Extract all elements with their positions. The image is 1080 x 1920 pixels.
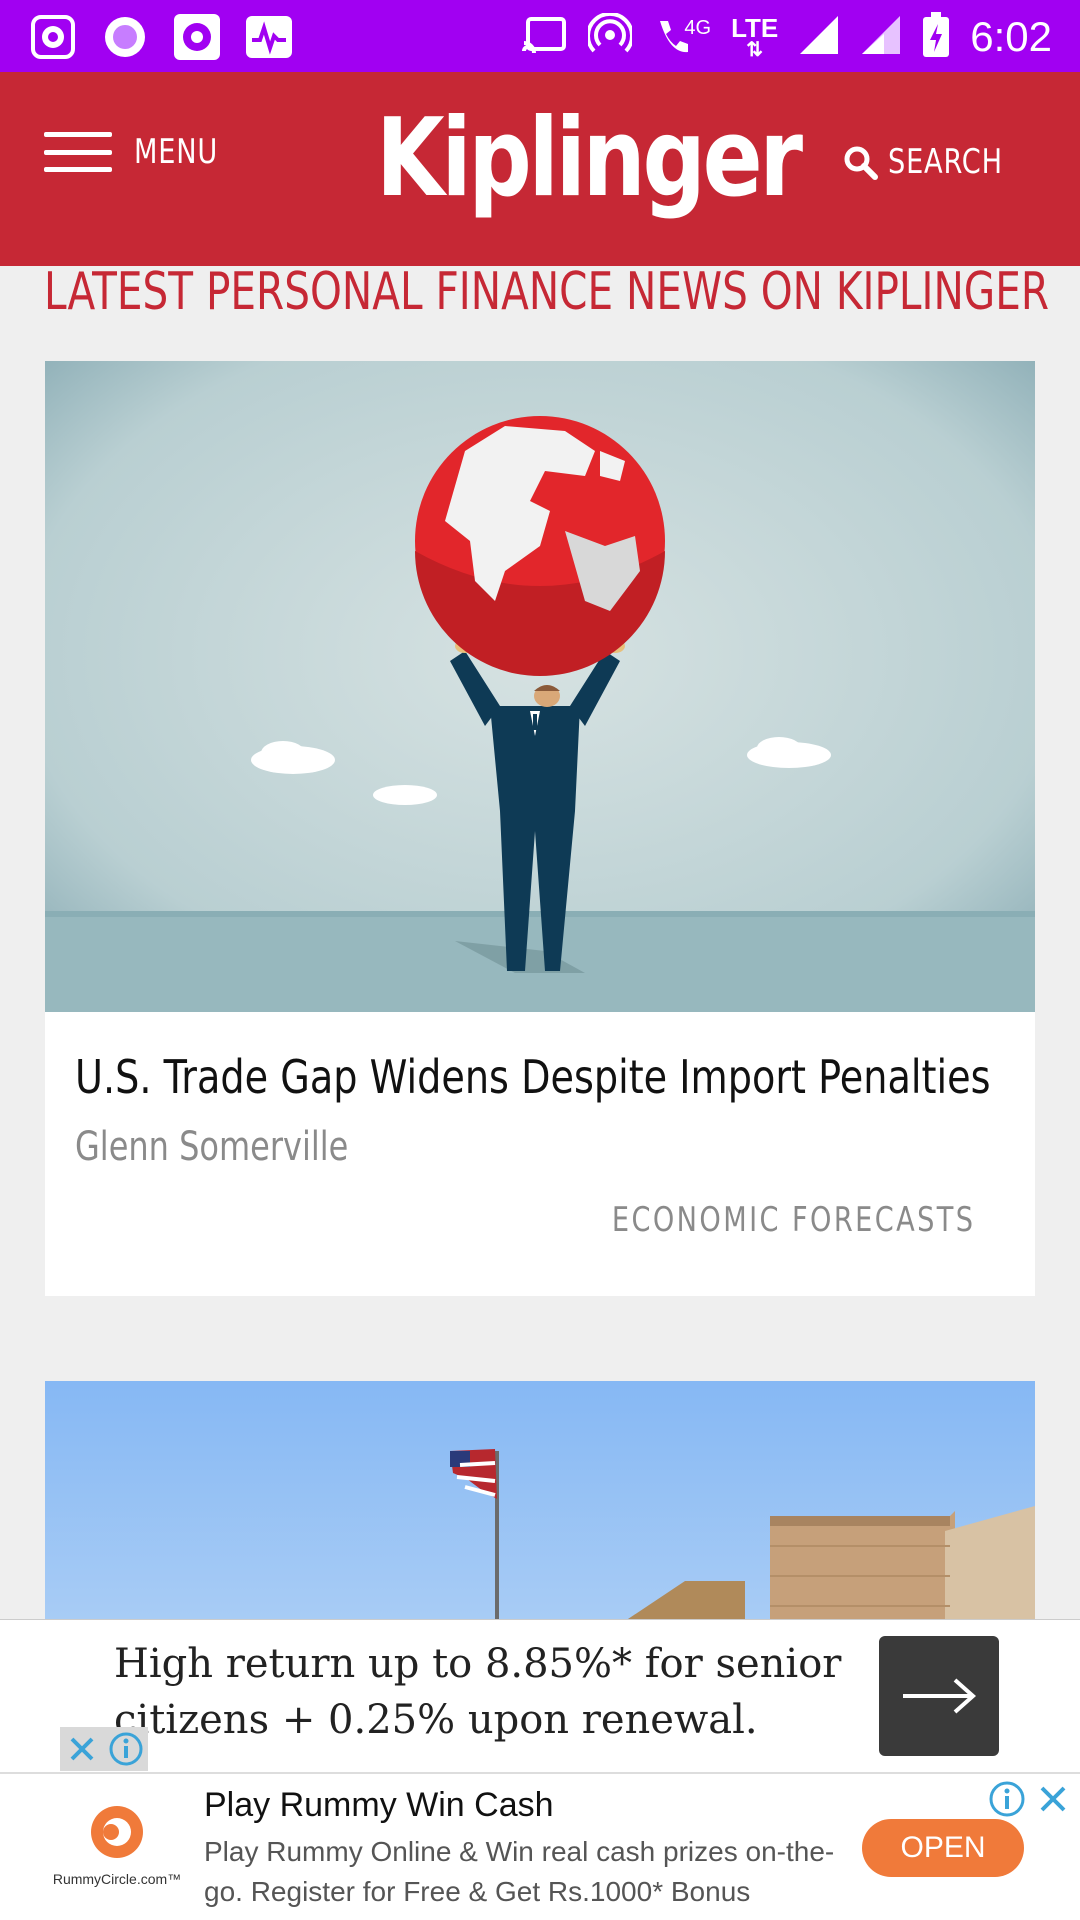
article-headline[interactable]: U.S. Trade Gap Widens Despite Import Pen… <box>75 1050 990 1104</box>
battery-charging-icon <box>922 11 950 63</box>
search-label: SEARCH <box>888 142 1004 182</box>
banner-ad[interactable]: High return up to 8.85%* for senior citi… <box>0 1619 1080 1772</box>
globe-illustration[interactable] <box>45 361 1035 1012</box>
rummycircle-logo-text: RummyCircle.com™ <box>52 1871 182 1887</box>
open-button[interactable]: OPEN <box>862 1819 1024 1877</box>
rummycircle-logo: RummyCircle.com™ <box>52 1804 182 1887</box>
network-gen-label: 4G <box>684 17 712 39</box>
banner-ad-text[interactable]: High return up to 8.85%* for senior citi… <box>114 1636 844 1748</box>
podcast-icon <box>28 12 78 62</box>
article-card[interactable]: U.S. Trade Gap Widens Despite Import Pen… <box>45 361 1035 1296</box>
cast-icon <box>522 15 568 60</box>
signal-icon-2 <box>860 14 902 61</box>
ad-info-icon[interactable] <box>104 1727 148 1771</box>
ad-close-icon[interactable] <box>1034 1780 1072 1818</box>
app-header: MENU Kiplinger SEARCH <box>0 72 1080 266</box>
lte-indicator: LTE ⇅ <box>731 13 779 61</box>
clock: 6:02 <box>970 13 1052 60</box>
music-icon <box>100 12 150 62</box>
article-card-body: U.S. Trade Gap Widens Despite Import Pen… <box>45 1012 1035 1296</box>
banner-arrow-button[interactable] <box>879 1636 999 1756</box>
ad-info-icon[interactable] <box>988 1780 1026 1818</box>
flag-building-photo[interactable] <box>45 1381 1035 1621</box>
article-category[interactable]: ECONOMIC FORECASTS <box>611 1200 975 1240</box>
menu-button[interactable]: MENU <box>44 132 239 172</box>
search-icon <box>844 146 879 180</box>
signal-icon <box>798 14 840 61</box>
ad-choices <box>60 1727 148 1771</box>
article-card[interactable] <box>45 1381 1035 1621</box>
media-icon <box>172 12 222 62</box>
bottom-ad[interactable]: RummyCircle.com™ Play Rummy Win Cash Pla… <box>0 1772 1080 1920</box>
ad-close-icon[interactable] <box>60 1727 104 1771</box>
hamburger-icon <box>44 132 112 172</box>
menu-label: MENU <box>134 132 219 172</box>
ad-description[interactable]: Play Rummy Online & Win real cash prizes… <box>204 1832 844 1912</box>
kiplinger-logo[interactable]: Kiplinger <box>376 96 803 221</box>
search-button[interactable]: SEARCH <box>842 142 1032 182</box>
hotspot-icon <box>586 11 635 62</box>
volte-call-icon: 4G <box>652 17 711 57</box>
article-author[interactable]: Glenn Somerville <box>75 1124 348 1170</box>
arrow-right-icon <box>903 1678 977 1714</box>
status-bar: 4G LTE ⇅ 6:02 <box>0 0 1080 72</box>
rummycircle-logo-icon <box>91 1806 143 1858</box>
activity-icon <box>244 12 294 62</box>
section-title: LATEST PERSONAL FINANCE NEWS ON KIPLINGE… <box>44 262 1050 322</box>
ad-title[interactable]: Play Rummy Win Cash <box>204 1786 554 1825</box>
